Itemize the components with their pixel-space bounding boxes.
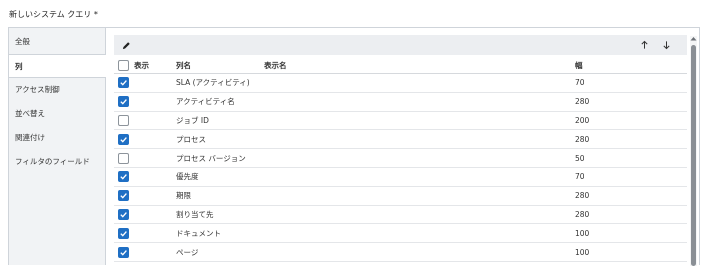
table-row[interactable]: プロセス 280	[114, 130, 687, 150]
column-name: プロセス	[176, 134, 206, 144]
show-column-checkbox[interactable]	[118, 246, 129, 258]
move-down-button[interactable]	[658, 35, 674, 55]
sidebar-item-label: 並べ替え	[15, 109, 45, 118]
scrollbar-thumb[interactable]	[691, 45, 696, 266]
show-column-checkbox[interactable]	[118, 152, 129, 164]
table-row[interactable]: 期限 280	[114, 187, 687, 206]
header-show: 表示	[134, 60, 149, 70]
columns-table: 表示 列名 表示名 幅 SLA (アクティビティ) 70 アクティビティ名 280 ジョ…	[114, 57, 687, 262]
column-width[interactable]: 280	[575, 93, 589, 111]
checkbox-cell	[118, 224, 129, 242]
column-name: プロセス バージョン	[176, 153, 246, 163]
show-column-checkbox[interactable]	[118, 96, 129, 108]
checkmark-icon	[120, 174, 127, 181]
column-name: ドキュメント	[176, 228, 221, 238]
checkmark-icon	[120, 136, 127, 143]
checkbox-cell	[118, 93, 129, 111]
checkmark-icon	[120, 212, 127, 218]
checkbox-cell	[118, 243, 129, 261]
show-column-checkbox[interactable]	[118, 77, 129, 89]
column-name: ジョブ ID	[176, 115, 209, 125]
column-name: アクティビティ名	[176, 97, 235, 107]
column-width[interactable]: 280	[575, 130, 589, 148]
column-name: 優先度	[176, 172, 199, 182]
toolbar	[114, 35, 687, 55]
show-column-checkbox[interactable]	[118, 133, 129, 145]
table-row[interactable]: SLA (アクティビティ) 70	[114, 74, 687, 93]
table-row[interactable]: ジョブ ID 200	[114, 112, 687, 131]
show-column-checkbox[interactable]	[118, 171, 129, 183]
header-checkbox-cell	[118, 57, 129, 73]
move-up-button[interactable]	[636, 35, 652, 55]
column-width[interactable]: 70	[575, 168, 585, 186]
column-name: 割り当て先	[176, 209, 214, 219]
sidebar-item-label: フィルタのフィールド	[15, 157, 90, 166]
edit-button[interactable]	[118, 35, 134, 55]
sidebar-item-filter-fields[interactable]: フィルタのフィールド	[9, 150, 105, 174]
checkbox-cell	[118, 187, 129, 205]
column-width[interactable]: 100	[575, 243, 589, 261]
arrow-down-icon	[662, 40, 671, 50]
column-width[interactable]: 70	[575, 74, 585, 92]
sidebar-item-general[interactable]: 全般	[9, 30, 105, 54]
checkbox-cell	[118, 74, 129, 92]
checkbox-cell	[118, 149, 129, 167]
sidebar: 全般 列 アクセス制御 並べ替え 関連付け フィルタのフィールド	[9, 28, 106, 265]
scroll-up-icon[interactable]	[690, 36, 697, 44]
sidebar-item-label: 列	[15, 62, 23, 71]
column-width[interactable]: 100	[575, 224, 589, 242]
checkmark-icon	[120, 230, 127, 237]
pencil-icon	[122, 41, 131, 50]
column-width[interactable]: 200	[575, 112, 589, 130]
sidebar-item-label: アクセス制御	[15, 85, 60, 94]
show-column-checkbox[interactable]	[118, 208, 129, 220]
sidebar-item-sort[interactable]: 並べ替え	[9, 102, 105, 126]
sidebar-item-label: 関連付け	[15, 133, 45, 142]
checkmark-icon	[120, 249, 127, 256]
checkmark-icon	[120, 193, 127, 199]
table-header: 表示 列名 表示名 幅	[114, 57, 687, 74]
select-all-checkbox[interactable]	[118, 59, 129, 71]
dialog-panel: 全般 列 アクセス制御 並べ替え 関連付け フィルタのフィールド 表示 列名 表…	[8, 27, 700, 266]
checkbox-cell	[118, 206, 129, 224]
checkbox-cell	[118, 130, 129, 148]
show-column-checkbox[interactable]	[118, 190, 129, 202]
header-width: 幅	[575, 60, 583, 70]
table-row[interactable]: ページ 100	[114, 243, 687, 262]
show-column-checkbox[interactable]	[118, 227, 129, 239]
arrow-up-icon	[640, 40, 649, 50]
checkbox-cell	[118, 168, 129, 186]
table-row[interactable]: ドキュメント 100	[114, 224, 687, 244]
column-width[interactable]: 50	[575, 149, 585, 167]
sidebar-item-columns[interactable]: 列	[9, 54, 106, 78]
checkmark-icon	[120, 80, 127, 87]
scrollbar[interactable]	[690, 36, 697, 266]
column-name: ページ	[176, 247, 199, 257]
column-name: 期限	[176, 191, 191, 201]
dialog-title: 新しいシステム クエリ *	[9, 10, 98, 19]
column-name: SLA (アクティビティ)	[176, 78, 250, 88]
header-display-name: 表示名	[264, 60, 287, 70]
columns-content: 表示 列名 表示名 幅 SLA (アクティビティ) 70 アクティビティ名 280 ジョ…	[114, 28, 699, 266]
sidebar-item-associations[interactable]: 関連付け	[9, 126, 105, 150]
column-width[interactable]: 280	[575, 206, 589, 224]
column-width[interactable]: 280	[575, 187, 589, 205]
header-name: 列名	[176, 60, 191, 70]
table-row[interactable]: アクティビティ名 280	[114, 93, 687, 112]
checkmark-icon	[120, 99, 127, 105]
sidebar-item-access-control[interactable]: アクセス制御	[9, 78, 105, 102]
checkbox-cell	[118, 112, 129, 130]
table-row[interactable]: プロセス バージョン 50	[114, 149, 687, 168]
sidebar-item-label: 全般	[15, 37, 30, 46]
table-row[interactable]: 優先度 70	[114, 168, 687, 187]
show-column-checkbox[interactable]	[118, 114, 129, 126]
table-row[interactable]: 割り当て先 280	[114, 206, 687, 225]
